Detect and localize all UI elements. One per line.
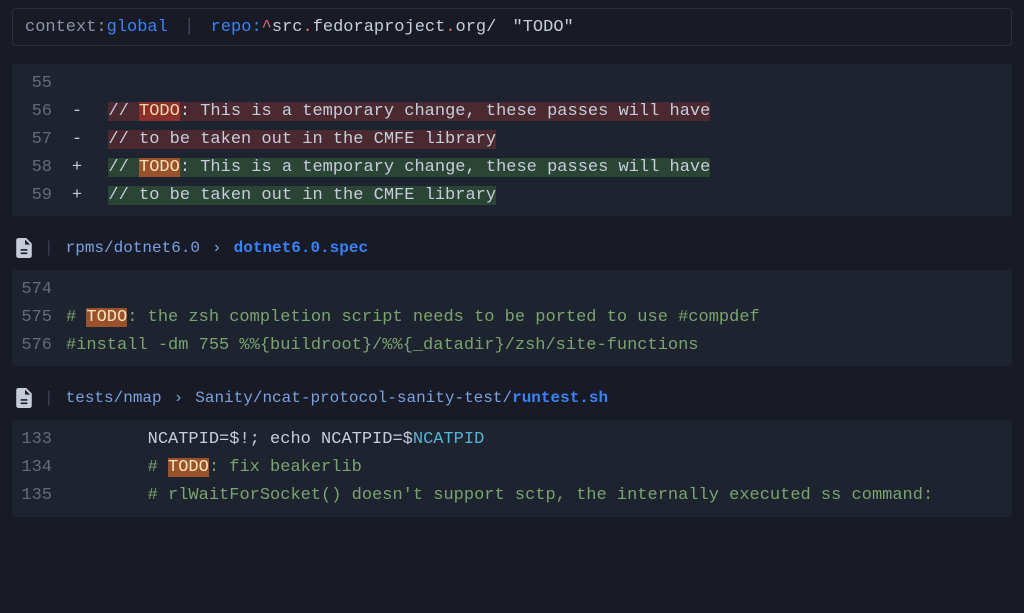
code-line: 576 #install -dm 755 %%{buildroot}/%%{_d… [12, 332, 1012, 360]
code-line-added: 59 + // to be taken out in the CMFE libr… [12, 182, 1012, 210]
todo-highlight: TODO [86, 308, 127, 327]
search-term: "TODO" [513, 18, 574, 37]
code-line: 133 NCATPID=$!; echo NCATPID=$NCATPID [12, 426, 1012, 454]
repo-path-link[interactable]: rpms/dotnet6.0 [66, 239, 200, 257]
code-line: 55 [12, 70, 1012, 98]
code-line-removed: 56 - // TODO: This is a temporary change… [12, 98, 1012, 126]
context-key: context [25, 18, 96, 37]
file-icon [16, 388, 32, 408]
code-result-block[interactable]: 133 NCATPID=$!; echo NCATPID=$NCATPID 13… [12, 420, 1012, 516]
line-number: 55 [12, 70, 66, 98]
variable-reference: NCATPID [413, 430, 484, 449]
line-number: 59 [12, 182, 66, 210]
regex-caret: ^ [262, 18, 272, 37]
line-number: 58 [12, 154, 66, 182]
todo-highlight: TODO [139, 102, 180, 121]
line-number: 575 [12, 304, 66, 332]
file-name-link[interactable]: dotnet6.0.spec [234, 239, 368, 257]
file-path-row: | tests/nmap › Sanity/ncat-protocol-sani… [16, 388, 1012, 408]
file-path-row: | rpms/dotnet6.0 › dotnet6.0.spec [16, 238, 1012, 258]
filter-separator: | [184, 17, 195, 37]
code-line-added: 58 + // TODO: This is a temporary change… [12, 154, 1012, 182]
separator: | [44, 389, 54, 407]
diff-marker: + [66, 154, 88, 182]
separator: | [44, 239, 54, 257]
todo-highlight: TODO [168, 458, 209, 477]
diff-marker: + [66, 182, 88, 210]
todo-highlight: TODO [139, 158, 180, 177]
line-number: 56 [12, 98, 66, 126]
line-number: 133 [12, 426, 66, 454]
line-number: 57 [12, 126, 66, 154]
diff-result-block[interactable]: 55 56 - // TODO: This is a temporary cha… [12, 64, 1012, 216]
context-value: global [107, 18, 168, 37]
chevron-right-icon: › [174, 389, 184, 407]
code-line: 135 # rlWaitForSocket() doesn't support … [12, 482, 1012, 510]
repo-key: repo [211, 18, 252, 37]
code-line: 134 # TODO: fix beakerlib [12, 454, 1012, 482]
code-line: 575 # TODO: the zsh completion script ne… [12, 304, 1012, 332]
repo-filter: repo:^src.fedoraproject.org/ "TODO" [211, 18, 574, 37]
chevron-right-icon: › [212, 239, 222, 257]
diff-marker: - [66, 98, 88, 126]
file-icon [16, 238, 32, 258]
code-line-removed: 57 - // to be taken out in the CMFE libr… [12, 126, 1012, 154]
context-filter: context:global [25, 18, 168, 37]
line-number: 574 [12, 276, 66, 304]
repo-path-link[interactable]: tests/nmap [66, 389, 162, 407]
search-query-bar[interactable]: context:global | repo:^src.fedoraproject… [12, 8, 1012, 46]
line-number: 135 [12, 482, 66, 510]
diff-marker: - [66, 126, 88, 154]
code-result-block[interactable]: 574 575 # TODO: the zsh completion scrip… [12, 270, 1012, 366]
line-number: 134 [12, 454, 66, 482]
line-number: 576 [12, 332, 66, 360]
file-path-link[interactable]: Sanity/ncat-protocol-sanity-test/runtest… [195, 389, 608, 407]
code-line: 574 [12, 276, 1012, 304]
